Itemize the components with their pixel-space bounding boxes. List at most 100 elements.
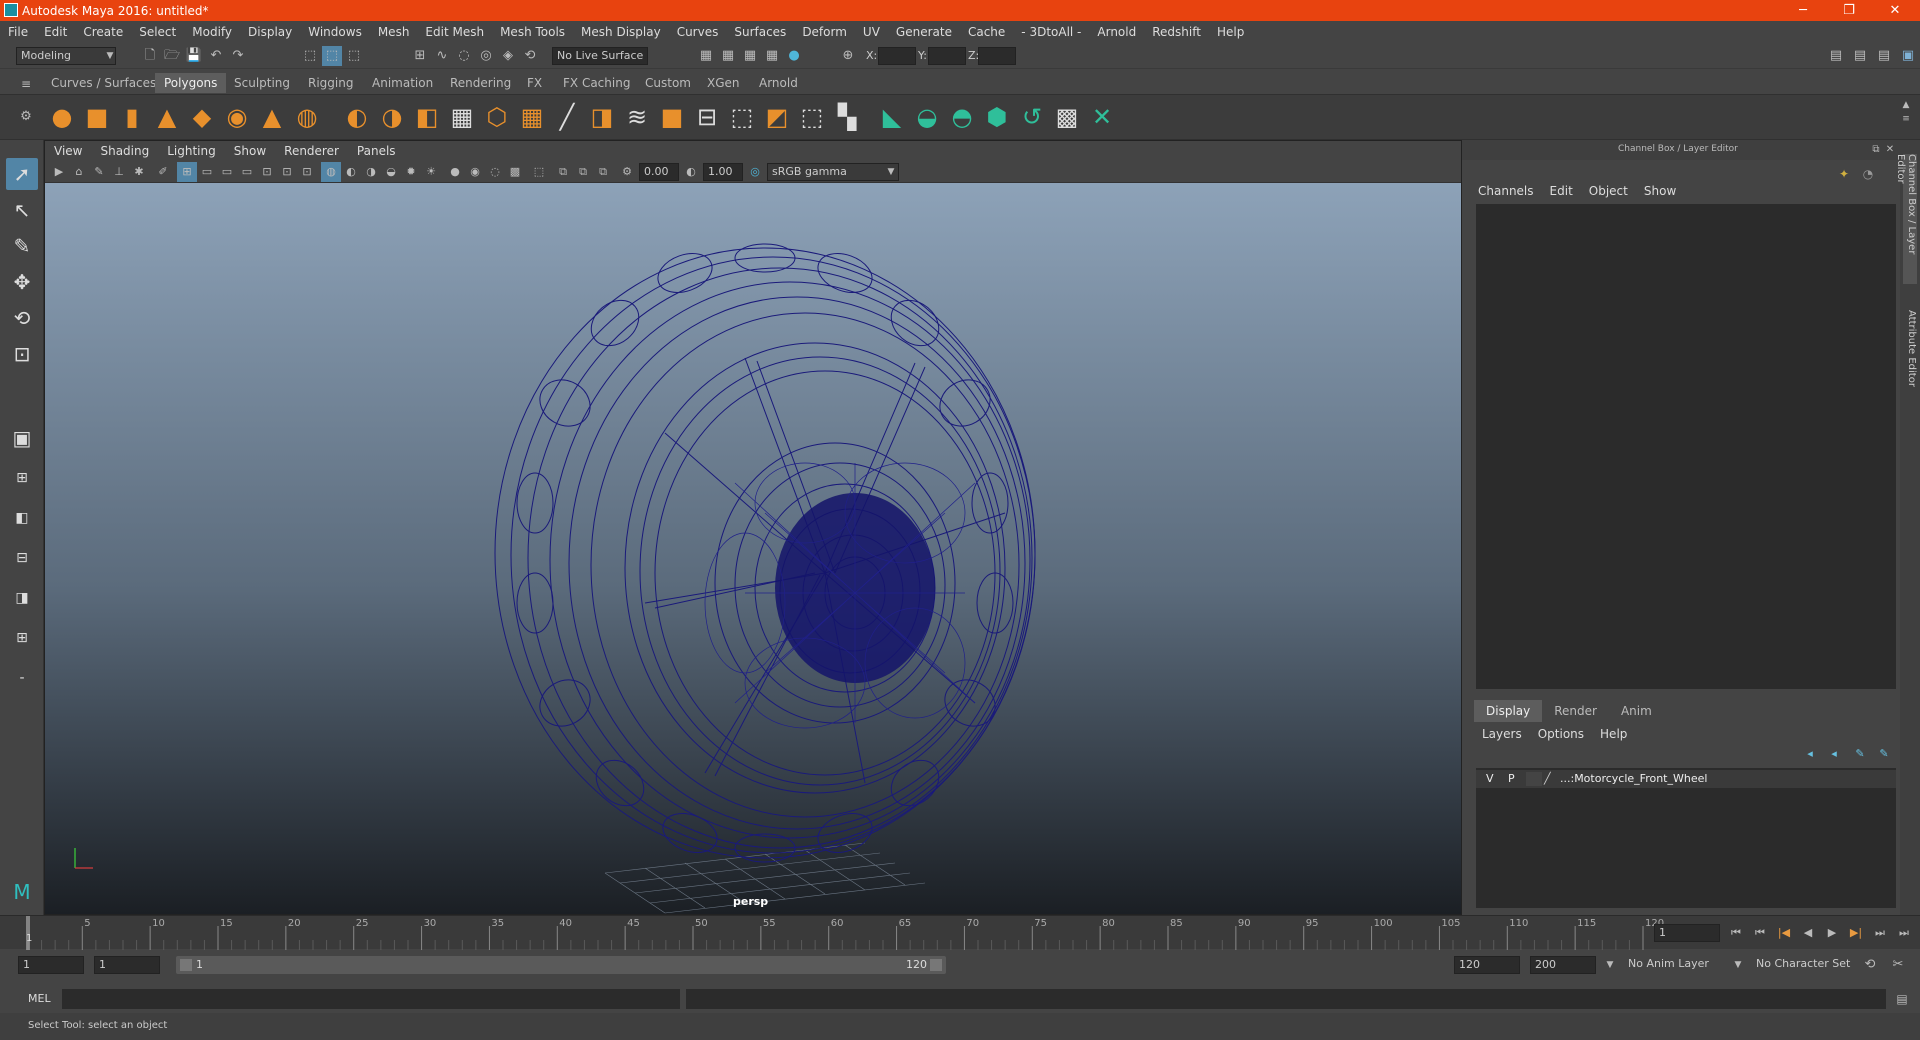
- channel-menu-object[interactable]: Object: [1581, 184, 1636, 198]
- play-forward-icon[interactable]: ▶: [1822, 923, 1842, 943]
- smooth-icon[interactable]: ▦: [447, 102, 477, 132]
- snap-surface-icon[interactable]: ◈: [498, 46, 518, 66]
- create-empty-layer-icon[interactable]: ✎: [1850, 744, 1870, 764]
- ipr-render-icon[interactable]: ▦: [740, 46, 760, 66]
- tab-arnold[interactable]: Arnold: [750, 73, 807, 93]
- channel-menu-edit[interactable]: Edit: [1542, 184, 1581, 198]
- wireframe-icon[interactable]: ◍: [321, 162, 341, 182]
- layer-color-icon[interactable]: ╱: [1544, 772, 1558, 786]
- tab-attribute-editor[interactable]: Attribute Editor: [1903, 310, 1917, 400]
- gamma-icon[interactable]: ◐: [681, 162, 701, 182]
- script-editor-icon[interactable]: ▤: [1892, 989, 1912, 1009]
- insert-edge-loop-icon[interactable]: ⊟: [692, 102, 722, 132]
- color-management-icon[interactable]: ◎: [745, 162, 765, 182]
- exposure-icon[interactable]: ⚙: [617, 162, 637, 182]
- bevel-icon[interactable]: ◨: [587, 102, 617, 132]
- step-forward-key-icon[interactable]: ⏭: [1870, 923, 1890, 943]
- persp-graph-layout-icon[interactable]: ⊟: [6, 542, 38, 574]
- mel-label[interactable]: MEL: [28, 992, 51, 1005]
- poly-torus-icon[interactable]: ◉: [222, 102, 252, 132]
- snap-point-icon[interactable]: ◌: [454, 46, 474, 66]
- move-layer-up-icon[interactable]: ◂: [1800, 744, 1820, 764]
- select-camera-icon[interactable]: ▶: [49, 162, 69, 182]
- bookmarks-icon[interactable]: ✎: [89, 162, 109, 182]
- append-icon[interactable]: ≋: [622, 102, 652, 132]
- 2d-pan-zoom-icon[interactable]: ✱: [129, 162, 149, 182]
- menu-file[interactable]: File: [0, 25, 36, 39]
- character-set-dropdown[interactable]: No Character Set: [1752, 956, 1864, 974]
- gate-mask-icon[interactable]: ▭: [237, 162, 257, 182]
- channel-box-icon[interactable]: ▣: [1898, 46, 1918, 66]
- grid-icon[interactable]: ⊞: [177, 162, 197, 182]
- viewport-menu-show[interactable]: Show: [225, 144, 275, 158]
- collapse-icon[interactable]: ▚: [832, 102, 862, 132]
- menu-modify[interactable]: Modify: [184, 25, 240, 39]
- target-weld-icon[interactable]: ◩: [762, 102, 792, 132]
- separate-icon[interactable]: ◑: [377, 102, 407, 132]
- merge-icon[interactable]: ⬚: [797, 102, 827, 132]
- render-view-icon[interactable]: ▦: [762, 46, 782, 66]
- four-view-layout-icon[interactable]: ⊞: [6, 462, 38, 494]
- menu-curves[interactable]: Curves: [669, 25, 727, 39]
- persp-outliner-layout-icon[interactable]: ◧: [6, 502, 38, 534]
- layer-menu-options[interactable]: Options: [1530, 727, 1592, 741]
- menu-uv[interactable]: UV: [855, 25, 888, 39]
- spherical-uv-icon[interactable]: ◓: [947, 102, 977, 132]
- gamma-field[interactable]: 1.00: [703, 163, 743, 181]
- live-surface-field[interactable]: No Live Surface: [552, 47, 648, 65]
- bridge-icon[interactable]: ▦: [517, 102, 547, 132]
- film-gate-icon[interactable]: ▭: [197, 162, 217, 182]
- layer-menu-layers[interactable]: Layers: [1474, 727, 1530, 741]
- input-mode-icon[interactable]: ⊕: [838, 46, 858, 66]
- tab-animation[interactable]: Animation: [363, 73, 442, 93]
- layout-menu-icon[interactable]: -: [6, 662, 38, 694]
- tab-curves-surfaces[interactable]: Curves / Surfaces: [42, 73, 165, 93]
- tab-xgen[interactable]: XGen: [698, 73, 749, 93]
- channel-list-area[interactable]: [1476, 204, 1896, 689]
- shelf-settings-icon[interactable]: ⚙: [16, 107, 36, 127]
- tab-sculpting[interactable]: Sculpting: [225, 73, 299, 93]
- play-backward-icon[interactable]: ◀: [1798, 923, 1818, 943]
- paint-select-tool-icon[interactable]: ✎: [6, 230, 38, 262]
- layer-row[interactable]: V P ╱ ...:Motorcycle_Front_Wheel: [1476, 770, 1896, 788]
- cylindrical-uv-icon[interactable]: ◒: [912, 102, 942, 132]
- new-scene-icon[interactable]: 🗋: [140, 46, 160, 66]
- poly-plane-icon[interactable]: ◆: [187, 102, 217, 132]
- step-forward-frame-icon[interactable]: ▶|: [1846, 923, 1866, 943]
- persp-hypershade-layout-icon[interactable]: ◨: [6, 582, 38, 614]
- color-space-dropdown[interactable]: sRGB gamma: [767, 163, 899, 181]
- layer-tab-display[interactable]: Display: [1474, 700, 1543, 722]
- shelf-menu-down-icon[interactable]: ≡: [1896, 109, 1916, 129]
- viewport-menu-shading[interactable]: Shading: [91, 144, 158, 158]
- poly-cylinder-icon[interactable]: ▮: [117, 102, 147, 132]
- poly-pipe-icon[interactable]: ◍: [292, 102, 322, 132]
- channel-menu-show[interactable]: Show: [1636, 184, 1684, 198]
- tab-polygons[interactable]: Polygons: [155, 73, 227, 93]
- poly-cone-icon[interactable]: ▲: [152, 102, 182, 132]
- hypershade-icon[interactable]: ●: [784, 46, 804, 66]
- menu-create[interactable]: Create: [75, 25, 131, 39]
- menu-edit-mesh[interactable]: Edit Mesh: [417, 25, 492, 39]
- step-back-key-icon[interactable]: ⏮: [1750, 923, 1770, 943]
- viewport-menu-view[interactable]: View: [45, 144, 91, 158]
- menu-help[interactable]: Help: [1209, 25, 1252, 39]
- multicut-icon[interactable]: ╱: [552, 102, 582, 132]
- uv-editor-icon[interactable]: ↺: [1017, 102, 1047, 132]
- shelf-menu-icon[interactable]: ≡: [16, 74, 36, 94]
- x-field[interactable]: [878, 47, 916, 65]
- fill-hole-icon[interactable]: ■: [657, 102, 687, 132]
- safe-action-icon[interactable]: ⊡: [277, 162, 297, 182]
- layer-playback-toggle[interactable]: P: [1508, 772, 1515, 785]
- end-time-field[interactable]: 200: [1530, 956, 1596, 974]
- layer-name[interactable]: ...:Motorcycle_Front_Wheel: [1560, 772, 1707, 785]
- tab-fx-caching[interactable]: FX Caching: [554, 73, 639, 93]
- layer-tab-anim[interactable]: Anim: [1609, 700, 1664, 722]
- range-start-handle[interactable]: [180, 959, 192, 971]
- move-layer-down-icon[interactable]: ◂: [1824, 744, 1844, 764]
- menu-surfaces[interactable]: Surfaces: [726, 25, 794, 39]
- menu-mesh-display[interactable]: Mesh Display: [573, 25, 669, 39]
- z-field[interactable]: [978, 47, 1016, 65]
- range-end-handle[interactable]: [930, 959, 942, 971]
- restore-button[interactable]: ❐: [1826, 0, 1872, 21]
- open-scene-icon[interactable]: 🗁: [162, 46, 182, 66]
